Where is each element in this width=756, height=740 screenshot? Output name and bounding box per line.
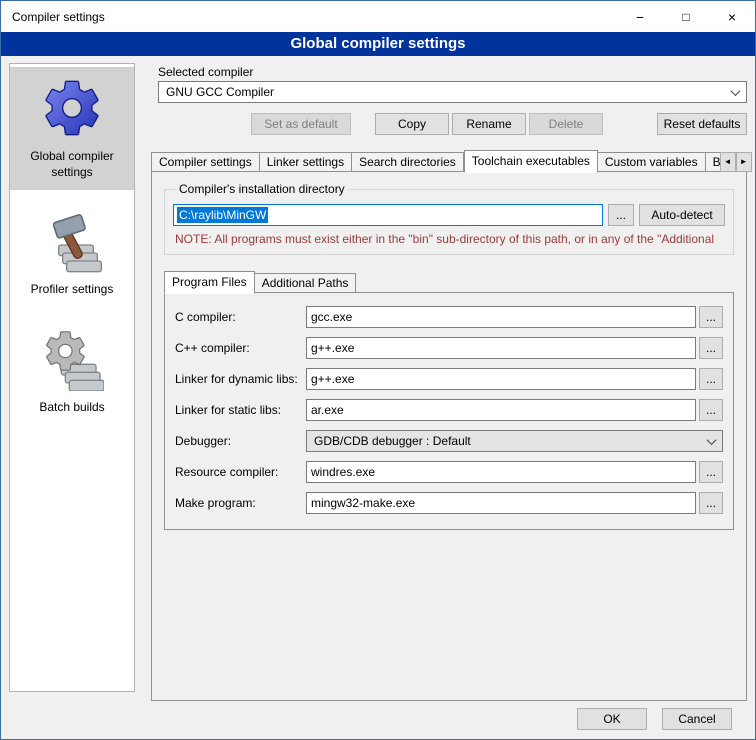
settings-tabbar: Compiler settings Linker settings Search… (151, 149, 747, 172)
toolchain-executables-panel: Compiler's installation directory C:\ray… (151, 171, 747, 701)
toolchain-subtabbar: Program Files Additional Paths (164, 270, 736, 293)
main-area: Selected compiler GNU GCC Compiler Set a… (146, 56, 747, 739)
tab-scroll-right-button[interactable]: ► (736, 152, 752, 172)
selected-compiler-label: Selected compiler (158, 65, 253, 79)
browse-button[interactable]: ... (699, 368, 723, 390)
linker-static-label: Linker for static libs: (175, 403, 306, 417)
linker-static-input[interactable] (306, 399, 696, 421)
dialog-header-title: Global compiler settings (1, 32, 755, 56)
browse-button[interactable]: ... (699, 461, 723, 483)
browse-directory-button[interactable]: ... (608, 204, 634, 226)
sidebar-item-label: Batch builds (39, 400, 104, 416)
browse-button[interactable]: ... (699, 492, 723, 514)
c-compiler-input[interactable] (306, 306, 696, 328)
caption-buttons: − □ × (617, 1, 755, 32)
debugger-label: Debugger: (175, 434, 306, 448)
browse-button[interactable]: ... (699, 399, 723, 421)
settings-category-list: Global compiler settings Profiler settin… (9, 63, 135, 692)
resource-compiler-input[interactable] (306, 461, 696, 483)
resource-compiler-label: Resource compiler: (175, 465, 306, 479)
dialog-body: Global compiler settings Profiler settin… (1, 56, 755, 739)
c-compiler-label: C compiler: (175, 310, 306, 324)
tab-scroll-controls: ◄ ► (720, 152, 752, 172)
installation-directory-row: C:\raylib\MinGW ... Auto-detect (173, 204, 725, 226)
note-text: NOTE: All programs must exist either in … (175, 232, 723, 246)
field-row-linker-dynamic: Linker for dynamic libs: ... (175, 368, 723, 390)
installation-directory-group-label: Compiler's installation directory (175, 182, 349, 196)
reset-defaults-button[interactable]: Reset defaults (657, 113, 747, 135)
compiler-select-value: GNU GCC Compiler (166, 85, 274, 99)
delete-button[interactable]: Delete (529, 113, 603, 135)
sidebar-item-profiler-settings[interactable]: Profiler settings (10, 200, 134, 308)
close-button[interactable]: × (709, 1, 755, 32)
compiler-select[interactable]: GNU GCC Compiler (158, 81, 747, 103)
dialog-footer: OK Cancel (577, 708, 732, 730)
minimize-button[interactable]: − (617, 1, 663, 32)
window-title: Compiler settings (12, 10, 105, 24)
field-row-c-compiler: C compiler: ... (175, 306, 723, 328)
tab-program-files[interactable]: Program Files (164, 271, 255, 294)
field-row-linker-static: Linker for static libs: ... (175, 399, 723, 421)
installation-directory-group: Compiler's installation directory C:\ray… (164, 182, 734, 255)
field-row-make-program: Make program: ... (175, 492, 723, 514)
field-row-debugger: Debugger: GDB/CDB debugger : Default (175, 430, 723, 452)
linker-dynamic-input[interactable] (306, 368, 696, 390)
field-row-cpp-compiler: C++ compiler: ... (175, 337, 723, 359)
chevron-down-icon (731, 86, 741, 96)
set-as-default-button[interactable]: Set as default (251, 113, 351, 135)
field-row-resource-compiler: Resource compiler: ... (175, 461, 723, 483)
tab-toolchain-executables[interactable]: Toolchain executables (464, 150, 598, 173)
installation-directory-value: C:\raylib\MinGW (177, 207, 268, 223)
auto-detect-button[interactable]: Auto-detect (639, 204, 725, 226)
chevron-down-icon (707, 435, 717, 445)
sidebar-item-label: Global compiler settings (12, 149, 132, 180)
cpp-compiler-input[interactable] (306, 337, 696, 359)
compiler-settings-window: Compiler settings − □ × Global compiler … (0, 0, 756, 740)
program-files-panel: C compiler: ... C++ compiler: ... Linker… (164, 292, 734, 530)
tab-build-options[interactable]: Buil (706, 152, 720, 172)
browse-button[interactable]: ... (699, 337, 723, 359)
cancel-button[interactable]: Cancel (662, 708, 732, 730)
sidebar-item-global-compiler-settings[interactable]: Global compiler settings (10, 67, 134, 190)
tab-additional-paths[interactable]: Additional Paths (255, 273, 357, 293)
browse-button[interactable]: ... (699, 306, 723, 328)
tab-compiler-settings[interactable]: Compiler settings (151, 152, 260, 172)
linker-dynamic-label: Linker for dynamic libs: (175, 372, 306, 386)
tab-scroll-left-button[interactable]: ◄ (720, 152, 736, 172)
make-program-label: Make program: (175, 496, 306, 510)
tab-search-directories[interactable]: Search directories (352, 152, 464, 172)
ok-button[interactable]: OK (577, 708, 647, 730)
gear-gray-icon (40, 327, 104, 391)
hammer-icon (40, 209, 104, 273)
debugger-select-value: GDB/CDB debugger : Default (314, 434, 471, 448)
sidebar-item-label: Profiler settings (31, 282, 114, 298)
compiler-buttons-row: Set as default Copy Rename Delete Reset … (158, 113, 747, 135)
tab-custom-variables[interactable]: Custom variables (598, 152, 706, 172)
tab-linker-settings[interactable]: Linker settings (260, 152, 352, 172)
cpp-compiler-label: C++ compiler: (175, 341, 306, 355)
installation-directory-input[interactable]: C:\raylib\MinGW (173, 204, 603, 226)
make-program-input[interactable] (306, 492, 696, 514)
sidebar-item-batch-builds[interactable]: Batch builds (10, 318, 134, 426)
debugger-select[interactable]: GDB/CDB debugger : Default (306, 430, 723, 452)
rename-button[interactable]: Rename (452, 113, 526, 135)
titlebar: Compiler settings − □ × (1, 1, 755, 32)
gear-blue-icon (40, 76, 104, 140)
copy-button[interactable]: Copy (375, 113, 449, 135)
maximize-button[interactable]: □ (663, 1, 709, 32)
